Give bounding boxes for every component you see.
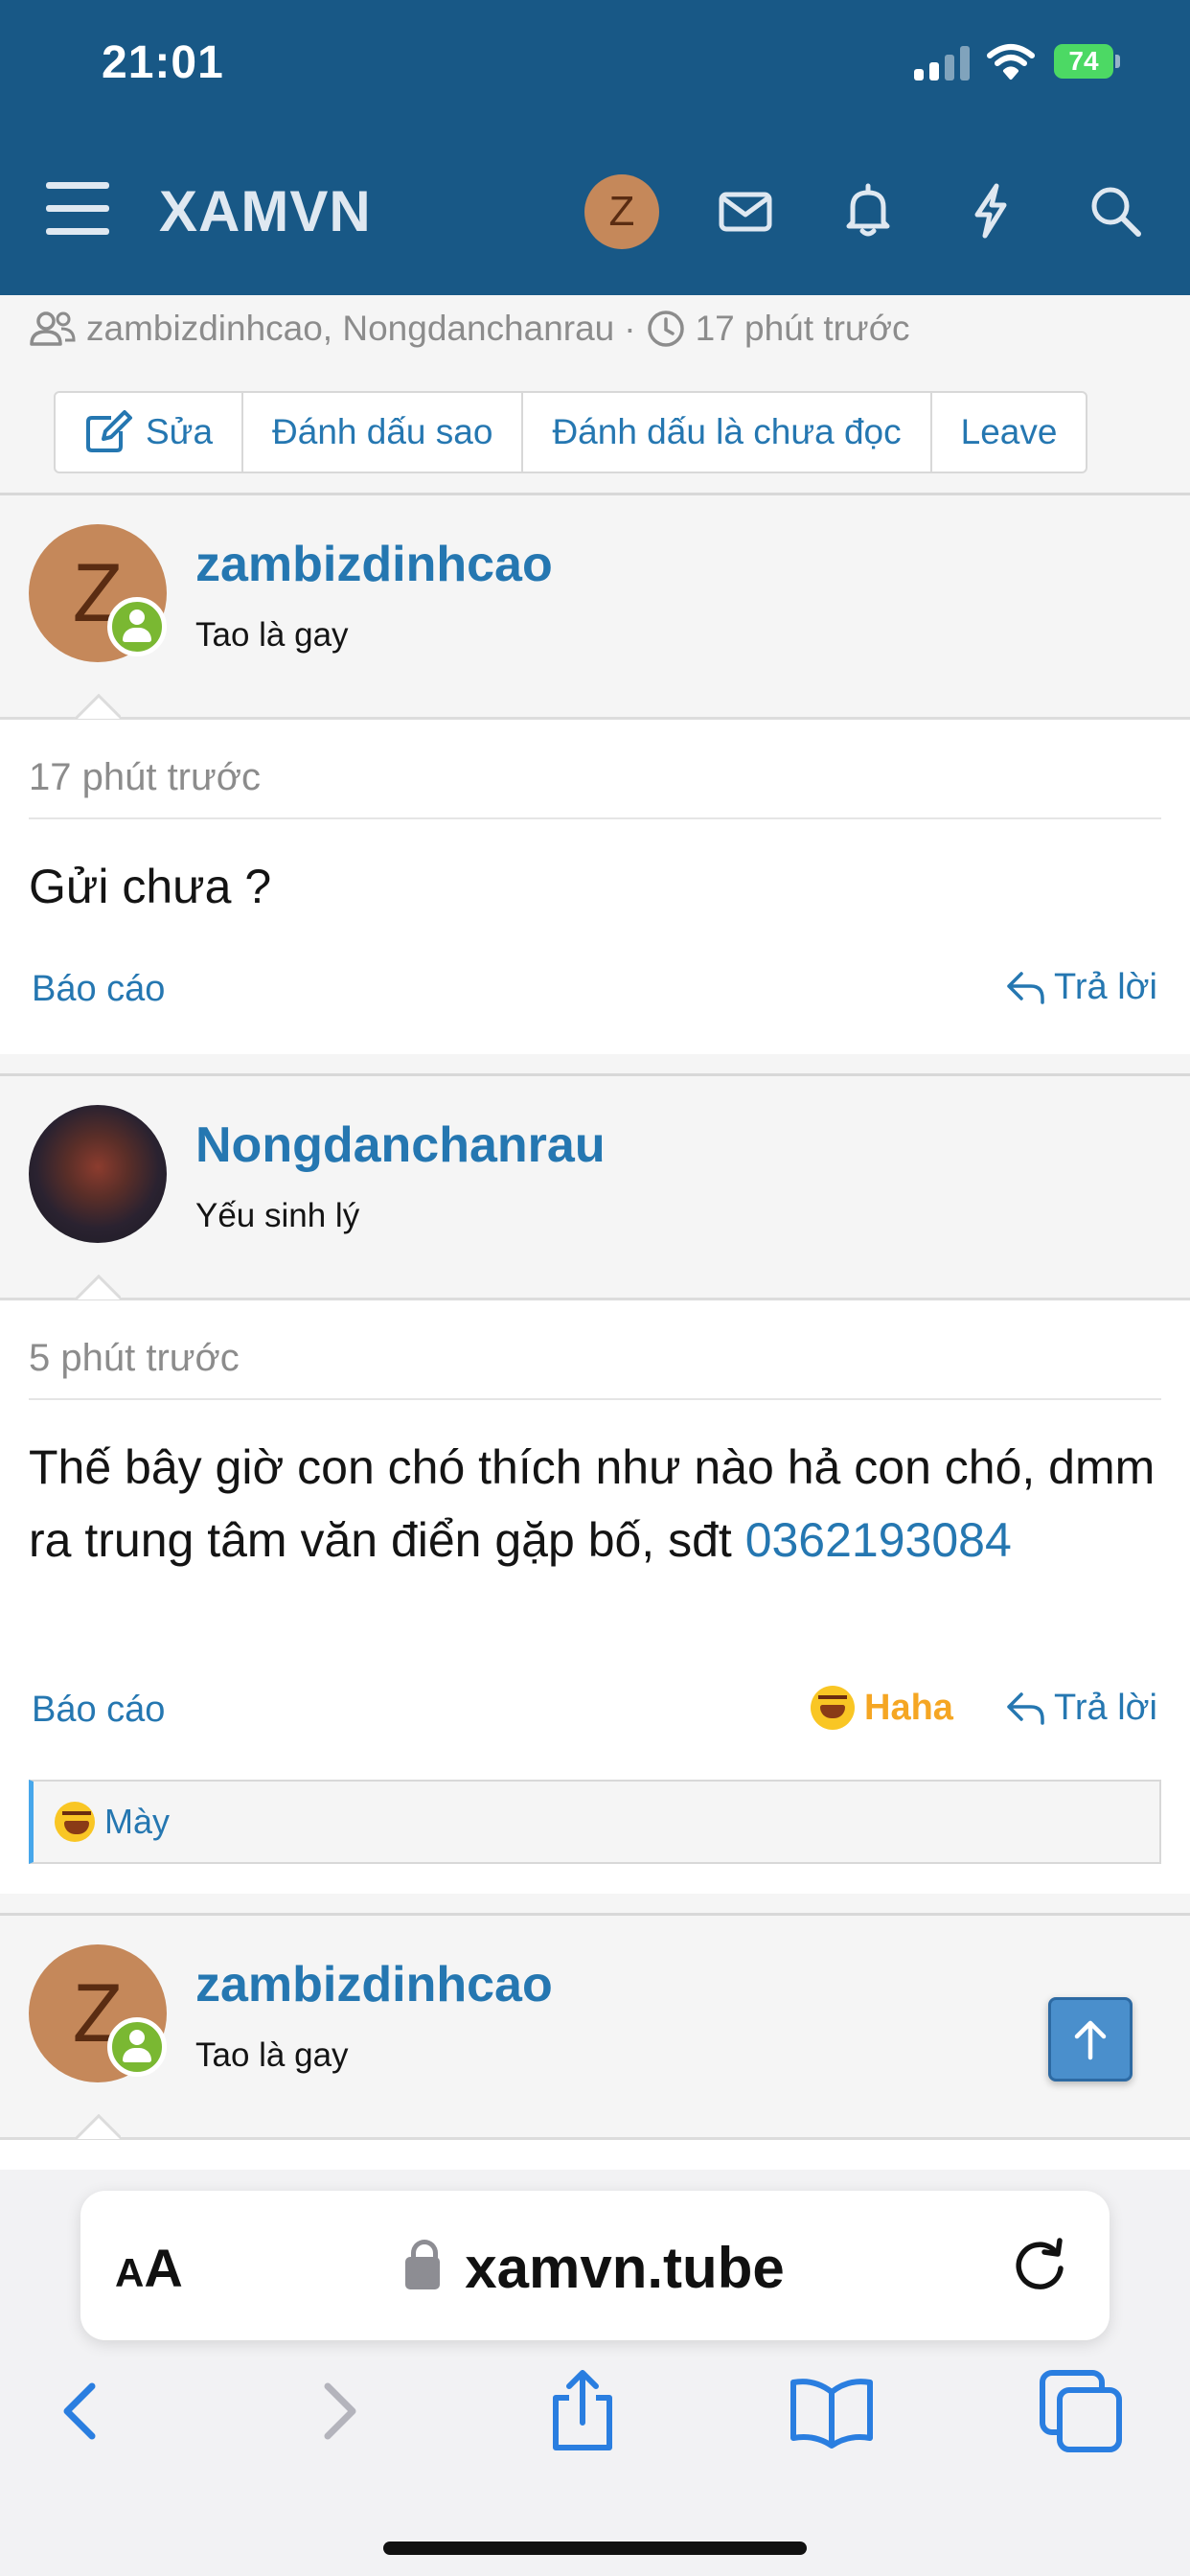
- user-title: Tao là gay: [195, 2036, 349, 2074]
- tabs-icon[interactable]: [1035, 2365, 1127, 2457]
- reply-label: Trả lời: [1054, 1688, 1157, 1728]
- post-message: Gửi chưa ?: [29, 860, 272, 913]
- phone-link[interactable]: 0362193084: [745, 1513, 1012, 1567]
- lock-icon: [405, 2240, 441, 2289]
- thread-time: 17 phút trước: [695, 309, 910, 348]
- reactions-summary[interactable]: Mày: [29, 1780, 1161, 1864]
- share-icon[interactable]: [537, 2365, 629, 2457]
- reply-icon: [1007, 971, 1044, 1004]
- site-header: 21:01 74 XAMVN Z: [0, 0, 1190, 295]
- edit-button[interactable]: Sửa: [56, 393, 244, 472]
- report-link[interactable]: Báo cáo: [32, 1690, 165, 1731]
- post-time[interactable]: 17 phút trước: [29, 756, 261, 799]
- post-message: Thế bây giờ con chó thích như nào hả con…: [29, 1431, 1161, 1576]
- avatar[interactable]: [29, 1105, 167, 1243]
- reaction-button[interactable]: Haha: [811, 1686, 953, 1730]
- home-indicator: [383, 2542, 807, 2555]
- edit-icon: [86, 410, 132, 452]
- mark-unread-button[interactable]: Đánh dấu là chưa đọc: [523, 393, 932, 472]
- account-avatar[interactable]: Z: [584, 174, 659, 249]
- bookmarks-icon[interactable]: [786, 2365, 878, 2457]
- post: Z zambizdinhcao Tao là gay: [0, 1913, 1190, 2170]
- online-status-icon: [107, 2017, 167, 2077]
- wifi-icon: [987, 44, 1035, 80]
- url-text: xamvn.tube: [465, 2236, 785, 2300]
- laughing-emoji-icon: [811, 1686, 855, 1730]
- status-time: 21:01: [102, 37, 224, 88]
- reply-label: Trả lời: [1054, 967, 1157, 1007]
- star-button[interactable]: Đánh dấu sao: [243, 393, 524, 472]
- reply-button[interactable]: Trả lời: [1006, 1688, 1157, 1729]
- reply-icon: [1007, 1691, 1044, 1725]
- forward-icon[interactable]: [293, 2365, 385, 2457]
- username[interactable]: zambizdinhcao: [195, 1956, 553, 2013]
- user-title: Yếu sinh lý: [195, 1197, 360, 1234]
- reply-button[interactable]: Trả lời: [1006, 967, 1157, 1008]
- username[interactable]: zambizdinhcao: [195, 536, 553, 593]
- clock-icon: [647, 310, 684, 347]
- menu-icon[interactable]: [46, 182, 109, 236]
- search-icon[interactable]: [1085, 180, 1146, 242]
- browser-toolbar: AA xamvn.tube: [0, 2170, 1190, 2576]
- bell-icon[interactable]: [837, 180, 899, 242]
- reload-icon[interactable]: [1008, 2233, 1071, 2296]
- report-link[interactable]: Báo cáo: [32, 969, 165, 1010]
- post-user-strip: Z zambizdinhcao Tao là gay: [0, 495, 1190, 720]
- back-icon[interactable]: [34, 2365, 126, 2457]
- username[interactable]: Nongdanchanrau: [195, 1116, 606, 1174]
- address-bar[interactable]: AA xamvn.tube: [80, 2191, 1110, 2340]
- battery-level: 74: [1054, 44, 1113, 79]
- post-time[interactable]: 5 phút trước: [29, 1337, 240, 1380]
- post: Z zambizdinhcao Tao là gay 17 phút trước…: [0, 493, 1190, 1054]
- edit-label: Sửa: [146, 412, 214, 451]
- arrow-up-icon: [1074, 2020, 1107, 2060]
- reaction-label: Haha: [864, 1687, 953, 1728]
- post-user-strip: Z zambizdinhcao Tao là gay: [0, 1916, 1190, 2140]
- lightning-icon[interactable]: [960, 180, 1021, 242]
- url-display[interactable]: xamvn.tube: [80, 2235, 1110, 2301]
- user-title: Tao là gay: [195, 616, 349, 654]
- post-user-strip: Nongdanchanrau Yếu sinh lý: [0, 1076, 1190, 1300]
- thread-meta: zambizdinhcao, Nongdanchanrau · 17 phút …: [29, 309, 909, 349]
- laughing-emoji-icon: [55, 1802, 95, 1842]
- thread-participants: zambizdinhcao, Nongdanchanrau: [86, 309, 615, 348]
- inbox-icon[interactable]: [715, 180, 776, 242]
- meta-separator: ·: [624, 309, 636, 348]
- battery-icon: 74: [1054, 44, 1121, 79]
- online-status-icon: [107, 597, 167, 656]
- post: Nongdanchanrau Yếu sinh lý 5 phút trước …: [0, 1073, 1190, 1894]
- cellular-signal-icon: [914, 46, 972, 80]
- scroll-to-top-button[interactable]: [1048, 1997, 1133, 2082]
- reacted-by: Mày: [104, 1802, 171, 1841]
- leave-button[interactable]: Leave: [932, 393, 1087, 472]
- thread-actions: Sửa Đánh dấu sao Đánh dấu là chưa đọc Le…: [54, 391, 1088, 473]
- site-logo[interactable]: XAMVN: [159, 178, 372, 244]
- participants-icon: [30, 311, 76, 346]
